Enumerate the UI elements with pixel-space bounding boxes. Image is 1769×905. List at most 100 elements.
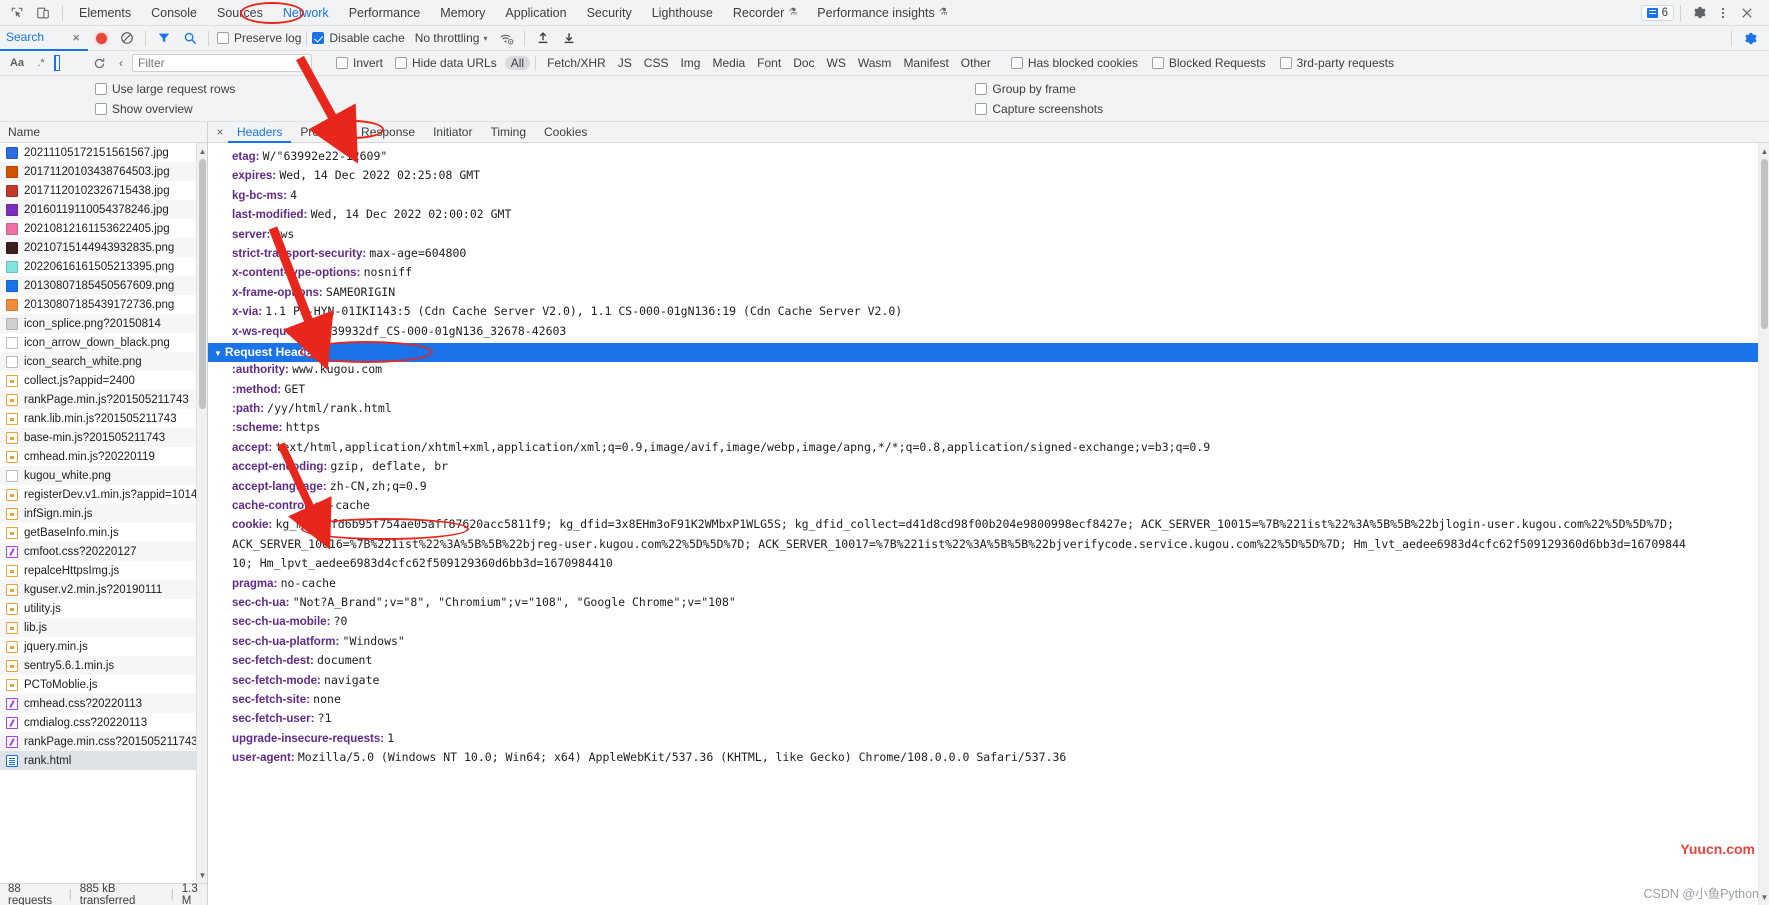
request-list-column-header[interactable]: Name	[0, 122, 207, 143]
more-options-icon[interactable]	[1711, 1, 1735, 25]
table-row[interactable]: cmhead.min.js?20220119	[0, 447, 207, 466]
search-icon[interactable]	[177, 26, 203, 51]
table-row[interactable]: 20171120102326715438.jpg	[0, 181, 207, 200]
table-row[interactable]: icon_arrow_down_black.png	[0, 333, 207, 352]
table-row[interactable]: 20210812161153622405.jpg	[0, 219, 207, 238]
type-filter-manifest[interactable]: Manifest	[897, 56, 954, 70]
details-tab-headers[interactable]: Headers	[228, 122, 292, 143]
tab-network[interactable]: Network	[273, 1, 339, 25]
throttling-dropdown[interactable]: No throttling ▾	[415, 31, 488, 45]
refresh-button[interactable]	[88, 51, 110, 76]
details-tab-preview[interactable]: Preview	[291, 122, 352, 143]
table-row[interactable]: PCToMoblie.js	[0, 675, 207, 694]
request-list-scrollbar[interactable]: ▲ ▼	[196, 143, 207, 883]
search-panel-tab[interactable]: Search ×	[0, 26, 88, 51]
tab-memory[interactable]: Memory	[430, 1, 495, 25]
table-row[interactable]: utility.js	[0, 599, 207, 618]
group-by-frame-checkbox[interactable]: Group by frame	[975, 82, 1103, 96]
table-row[interactable]: cmdialog.css?20220113	[0, 713, 207, 732]
settings-gear-icon[interactable]	[1687, 1, 1711, 25]
has-blocked-cookies-box[interactable]	[1010, 57, 1023, 69]
table-row[interactable]: sentry5.6.1.min.js	[0, 656, 207, 675]
tab-console[interactable]: Console	[141, 1, 207, 25]
tab-recorder[interactable]: Recorder ⚗	[723, 1, 807, 25]
network-settings-gear-icon[interactable]	[1737, 26, 1763, 51]
search-prev-button[interactable]: ‹	[110, 51, 132, 76]
table-row[interactable]: lib.js	[0, 618, 207, 637]
group-by-frame-box[interactable]	[975, 82, 988, 95]
has-blocked-cookies-checkbox[interactable]: Has blocked cookies	[1010, 56, 1138, 70]
third-party-requests-box[interactable]	[1279, 57, 1292, 69]
use-large-request-rows-checkbox[interactable]: Use large request rows	[95, 82, 235, 96]
show-overview-checkbox[interactable]: Show overview	[95, 102, 235, 116]
details-tab-cookies[interactable]: Cookies	[535, 122, 596, 143]
use-large-request-rows-box[interactable]	[95, 82, 107, 95]
record-button[interactable]	[88, 26, 114, 51]
inspect-element-icon[interactable]	[4, 1, 30, 25]
tab-performance-insights[interactable]: Performance insights ⚗	[807, 1, 957, 25]
show-overview-box[interactable]	[95, 102, 107, 115]
table-row[interactable]: rank.lib.min.js?201505211743	[0, 409, 207, 428]
filter-input[interactable]	[132, 54, 312, 72]
details-tab-initiator[interactable]: Initiator	[424, 122, 481, 143]
table-row[interactable]: 20130807185450567609.png	[0, 276, 207, 295]
request-headers-section-bar[interactable]: ▼ Request Headers	[208, 342, 1769, 363]
details-scrollbar-thumb[interactable]	[1761, 159, 1768, 329]
network-conditions-icon[interactable]	[493, 26, 519, 51]
tab-elements[interactable]: Elements	[69, 1, 141, 25]
invert-checkbox[interactable]: Invert	[336, 56, 383, 70]
blocked-requests-box[interactable]	[1151, 57, 1164, 69]
type-filter-doc[interactable]: Doc	[787, 56, 820, 70]
table-row[interactable]: 20210715144943932835.png	[0, 238, 207, 257]
table-row[interactable]: 20211105172151561567.jpg	[0, 143, 207, 162]
hide-data-urls-checkbox[interactable]: Hide data URLs	[395, 56, 497, 70]
table-row[interactable]: getBaseInfo.min.js	[0, 523, 207, 542]
type-filter-other[interactable]: Other	[955, 56, 997, 70]
import-har-icon[interactable]	[530, 26, 556, 51]
match-case-button[interactable]: Aa	[6, 51, 28, 76]
invert-box[interactable]	[336, 57, 348, 69]
type-filter-fetch-xhr[interactable]: Fetch/XHR	[541, 56, 612, 70]
type-filter-all[interactable]: All	[504, 56, 531, 70]
preserve-log-box[interactable]	[217, 32, 229, 44]
table-row[interactable]: 20130807185439172736.png	[0, 295, 207, 314]
table-row[interactable]: cmfoot.css?20220127	[0, 542, 207, 561]
tab-performance[interactable]: Performance	[339, 1, 431, 25]
details-tab-response[interactable]: Response	[352, 122, 424, 143]
tab-security[interactable]: Security	[577, 1, 642, 25]
scroll-down-arrow-icon[interactable]: ▼	[197, 869, 207, 881]
capture-screenshots-box[interactable]	[975, 102, 988, 115]
table-row[interactable]: 20171120103438764503.jpg	[0, 162, 207, 181]
type-filter-wasm[interactable]: Wasm	[852, 56, 898, 70]
request-list-body[interactable]: 20211105172151561567.jpg 2017112010343876…	[0, 143, 207, 883]
details-scroll-up-arrow-icon[interactable]: ▲	[1759, 145, 1769, 157]
preserve-log-checkbox[interactable]: Preserve log	[217, 31, 301, 45]
table-row[interactable]: registerDev.v1.min.js?appid=1014&2	[0, 485, 207, 504]
hide-data-urls-box[interactable]	[395, 57, 408, 69]
table-row[interactable]: collect.js?appid=2400	[0, 371, 207, 390]
close-details-icon[interactable]: ×	[212, 125, 228, 139]
tab-lighthouse[interactable]: Lighthouse	[642, 1, 723, 25]
close-devtools-icon[interactable]	[1735, 1, 1759, 25]
scroll-up-arrow-icon[interactable]: ▲	[197, 145, 207, 157]
table-row[interactable]: icon_splice.png?20150814	[0, 314, 207, 333]
blocked-requests-checkbox[interactable]: Blocked Requests	[1151, 56, 1266, 70]
table-row[interactable]: rankPage.min.css?201505211743	[0, 732, 207, 751]
tab-sources[interactable]: Sources	[207, 1, 273, 25]
table-row[interactable]: kguser.v2.min.js?20190111	[0, 580, 207, 599]
table-row[interactable]: cmhead.css?20220113	[0, 694, 207, 713]
issues-counter-button[interactable]: 6	[1640, 4, 1674, 21]
table-row[interactable]: icon_search_white.png	[0, 352, 207, 371]
table-row[interactable]: rankPage.min.js?201505211743	[0, 390, 207, 409]
table-row[interactable]: kugou_white.png	[0, 466, 207, 485]
export-har-icon[interactable]	[556, 26, 582, 51]
type-filter-img[interactable]: Img	[674, 56, 706, 70]
table-row[interactable]: repalceHttpsImg.js	[0, 561, 207, 580]
details-scrollbar[interactable]: ▲ ▼	[1758, 143, 1769, 905]
table-row[interactable]: 20220616161505213395.png	[0, 257, 207, 276]
disable-cache-box[interactable]	[312, 32, 325, 44]
type-filter-ws[interactable]: WS	[821, 56, 852, 70]
close-search-icon[interactable]: ×	[72, 30, 80, 45]
type-filter-media[interactable]: Media	[706, 56, 751, 70]
table-row[interactable]: rank.html	[0, 751, 207, 770]
